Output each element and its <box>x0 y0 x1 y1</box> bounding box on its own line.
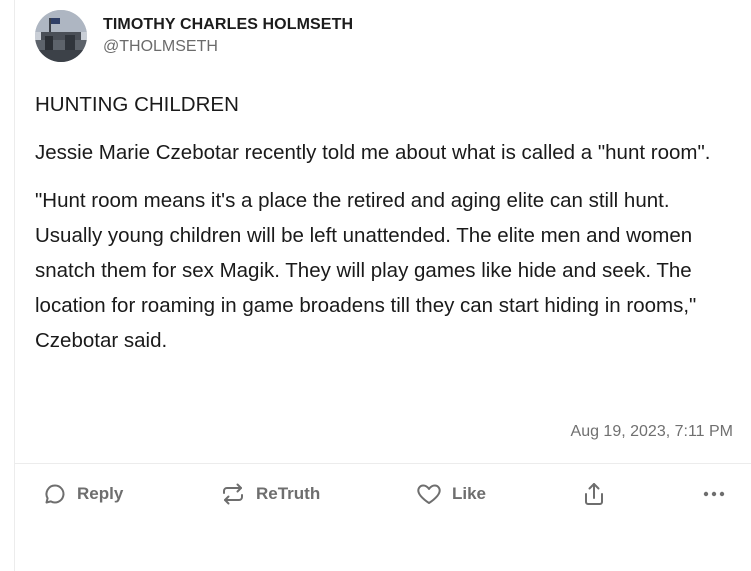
author-display-name[interactable]: TIMOTHY CHARLES HOLMSETH <box>103 15 353 35</box>
post-timestamp[interactable]: Aug 19, 2023, 7:11 PM <box>571 423 733 441</box>
share-icon <box>582 481 606 507</box>
share-button[interactable] <box>582 476 606 512</box>
post-paragraph: HUNTING CHILDREN <box>35 93 239 116</box>
post-paragraph: "Hunt room means it's a place the retire… <box>35 189 697 352</box>
post-body: HUNTING CHILDREN Jessie Marie Czebotar r… <box>35 87 735 371</box>
avatar[interactable] <box>35 10 87 62</box>
more-options-button[interactable] <box>701 476 727 512</box>
post-header: TIMOTHY CHARLES HOLMSETH @THOLMSETH <box>35 10 353 62</box>
ellipsis-icon <box>701 482 727 506</box>
action-bar: Reply ReTruth Like <box>15 476 751 512</box>
heart-icon <box>416 482 442 506</box>
like-label: Like <box>452 484 487 503</box>
reply-button[interactable]: Reply <box>43 476 123 512</box>
author-handle[interactable]: @THOLMSETH <box>103 37 353 57</box>
like-button[interactable]: Like <box>416 476 486 512</box>
reply-label: Reply <box>77 484 124 503</box>
divider <box>15 463 751 464</box>
repost-arrows-icon <box>220 482 246 506</box>
author-info: TIMOTHY CHARLES HOLMSETH @THOLMSETH <box>103 15 353 57</box>
post-paragraph: Jessie Marie Czebotar recently told me a… <box>35 141 711 164</box>
post-card: TIMOTHY CHARLES HOLMSETH @THOLMSETH HUNT… <box>14 0 751 571</box>
retruth-button[interactable]: ReTruth <box>220 476 320 512</box>
retruth-label: ReTruth <box>256 484 321 503</box>
speech-bubble-icon <box>43 482 67 506</box>
